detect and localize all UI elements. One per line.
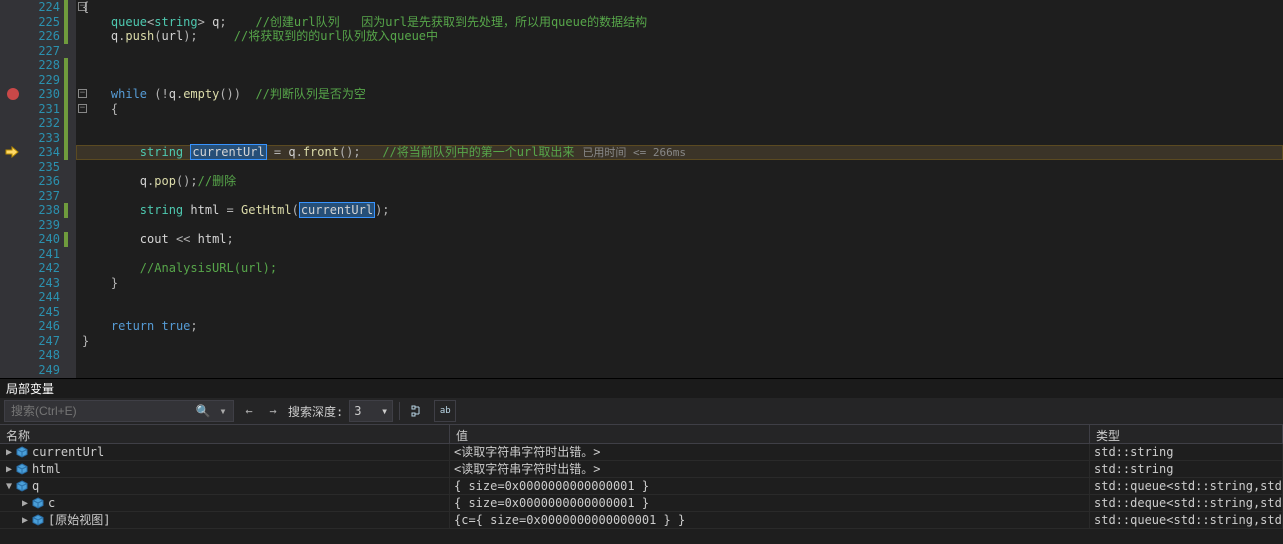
search-icon[interactable]: 🔍 (193, 401, 213, 421)
fold-icon[interactable]: − (78, 104, 87, 113)
locals-toolbar: 🔍 ▾ ← → 搜索深度: 3 ▾ ab (0, 398, 1283, 424)
col-type[interactable]: 类型 (1090, 425, 1283, 443)
var-type: std::queue<std::string,std::deque< (1090, 512, 1283, 528)
dropdown-icon[interactable]: ▾ (213, 401, 233, 421)
expander-icon[interactable]: ▶ (4, 447, 14, 457)
table-header: 名称 值 类型 (0, 424, 1283, 444)
marker-gutter (64, 0, 76, 378)
variable-icon (16, 446, 28, 458)
var-value: <读取字符串字符时出错。> (450, 444, 1090, 460)
var-value: <读取字符串字符时出错。> (450, 461, 1090, 477)
depth-value: 3 (354, 404, 361, 418)
var-name: q (32, 478, 39, 494)
variable-icon (16, 480, 28, 492)
table-row[interactable]: ▶ [原始视图] {c={ size=0x0000000000000001 } }s… (0, 512, 1283, 529)
var-name: [原始视图] (48, 512, 110, 528)
expander-icon[interactable]: ▶ (20, 515, 30, 525)
expander-icon[interactable]: ▶ (20, 498, 30, 508)
var-name: currentUrl (32, 444, 104, 460)
line-number-gutter: 2242252262272282292302312322332342352362… (28, 0, 64, 378)
var-name: html (32, 461, 61, 477)
fold-icon[interactable]: − (78, 89, 87, 98)
chevron-down-icon: ▾ (381, 404, 388, 418)
filter-ab-button[interactable]: ab (434, 400, 456, 422)
code-editor[interactable]: 2242252262272282292302312322332342352362… (0, 0, 1283, 378)
col-value[interactable]: 值 (450, 425, 1090, 443)
var-type: std::string (1090, 444, 1283, 460)
variable-icon (32, 514, 44, 526)
expander-icon[interactable]: ▶ (4, 464, 14, 474)
table-row[interactable]: ▼ q { size=0x0000000000000001 }std::queue<… (0, 478, 1283, 495)
var-type: std::queue<std::string,std::deque< (1090, 478, 1283, 494)
variable-icon (32, 497, 44, 509)
var-name: c (48, 495, 55, 511)
breakpoint-icon[interactable] (7, 88, 19, 100)
table-row[interactable]: ▶ c { size=0x0000000000000001 }std::deque<… (0, 495, 1283, 512)
var-value: {c={ size=0x0000000000000001 } } (450, 512, 1090, 528)
search-input[interactable] (5, 404, 193, 418)
table-row[interactable]: ▶ html <读取字符串字符时出错。>std::string (0, 461, 1283, 478)
expander-icon[interactable]: ▼ (4, 481, 14, 491)
table-row[interactable]: ▶ currentUrl <读取字符串字符时出错。>std::string (0, 444, 1283, 461)
locals-table: 名称 值 类型 ▶currentUrl<读取字符串字符时出错。>std::str… (0, 424, 1283, 544)
code-area[interactable]: { queue<string> q; //创建url队列 因为url是先获取到先… (76, 0, 1283, 378)
depth-label: 搜索深度: (288, 403, 343, 420)
panel-title: 局部变量 (0, 378, 1283, 398)
current-line-arrow-icon (5, 146, 19, 161)
var-value: { size=0x0000000000000001 } (450, 478, 1090, 494)
expand-tree-button[interactable] (406, 400, 428, 422)
var-value: { size=0x0000000000000001 } (450, 495, 1090, 511)
nav-forward-icon[interactable]: → (264, 402, 282, 420)
var-type: std::string (1090, 461, 1283, 477)
col-name[interactable]: 名称 (0, 425, 450, 443)
variable-icon (16, 463, 28, 475)
breakpoint-gutter[interactable] (0, 0, 28, 378)
depth-selector[interactable]: 3 ▾ (349, 400, 393, 422)
nav-back-icon[interactable]: ← (240, 402, 258, 420)
var-type: std::deque<std::string,std::allocat< (1090, 495, 1283, 511)
search-box[interactable]: 🔍 ▾ (4, 400, 234, 422)
